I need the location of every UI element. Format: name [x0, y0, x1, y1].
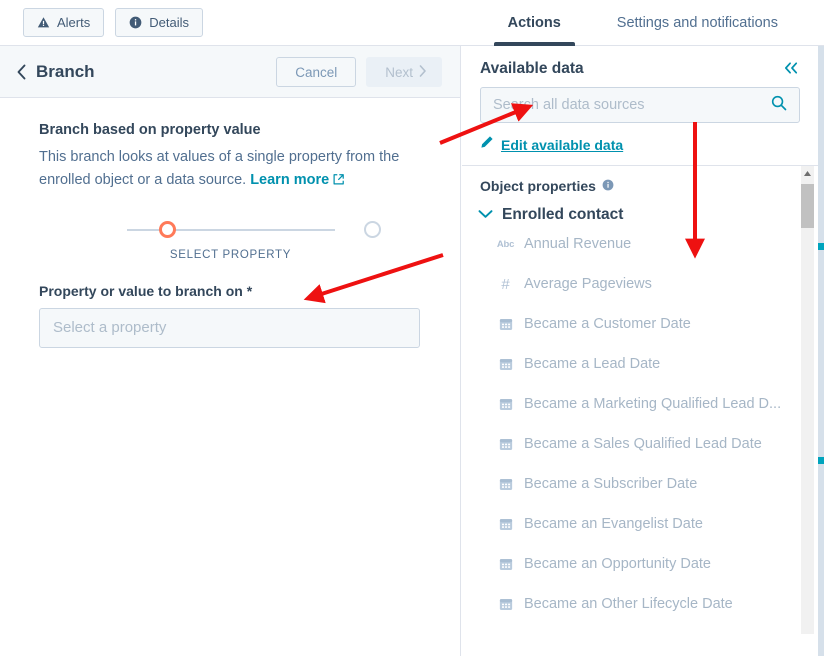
pencil-icon: [480, 135, 494, 154]
property-row-label: Became a Customer Date: [524, 316, 691, 332]
available-data-title: Available data: [480, 60, 584, 77]
info-circle-icon[interactable]: [602, 178, 614, 194]
search-box[interactable]: [480, 87, 800, 123]
property-row[interactable]: Became an Evangelist Date: [462, 504, 818, 544]
available-data-list: Object properties Enrolled contact Abc An…: [462, 166, 818, 634]
triangle-up-icon[interactable]: [801, 166, 814, 180]
search-icon[interactable]: [771, 95, 787, 116]
text-abc-icon: Abc: [496, 238, 515, 250]
edit-available-data-link[interactable]: Edit available data: [501, 137, 623, 153]
stepper-connector-line: [126, 228, 335, 231]
branch-form-body: Branch based on property value This bran…: [0, 98, 460, 348]
property-row[interactable]: # Average Pageviews: [462, 264, 818, 304]
panel-edge-marker-2: [818, 457, 824, 464]
branch-panel-header: Branch Cancel Next: [0, 46, 460, 98]
info-circle-icon: [129, 16, 142, 29]
property-row-label: Annual Revenue: [524, 236, 632, 252]
group-enrolled-contact[interactable]: Enrolled contact: [462, 194, 818, 224]
calendar-icon: [497, 597, 514, 611]
stepper-step-label: SELECT PROPERTY: [169, 248, 292, 261]
edit-available-data-row[interactable]: Edit available data: [462, 123, 818, 166]
chevron-left-icon[interactable]: [12, 63, 30, 81]
chevron-down-icon[interactable]: [478, 206, 493, 224]
property-row-label: Became a Subscriber Date: [524, 476, 698, 492]
panel-edge-marker-1: [818, 243, 824, 250]
tab-settings-and-notifications-label: Settings and notifications: [616, 15, 778, 31]
alerts-button-label: Alerts: [57, 15, 91, 30]
list-scrollbar[interactable]: [801, 166, 814, 634]
chevrons-left-icon[interactable]: [783, 61, 800, 78]
property-row-label: Average Pageviews: [524, 276, 652, 292]
adjacent-panel-edge: [818, 46, 824, 656]
tab-actions[interactable]: Actions: [480, 0, 589, 46]
property-row-label: Became an Other Lifecycle Date: [524, 596, 733, 612]
section-heading: Branch based on property value: [39, 122, 261, 138]
calendar-icon: [497, 397, 514, 411]
select-property-placeholder: Select a property: [53, 319, 167, 337]
tab-settings-and-notifications[interactable]: Settings and notifications: [589, 0, 806, 46]
number-hash-icon: #: [501, 275, 510, 293]
property-row-label: Became a Lead Date: [524, 356, 661, 372]
scrollbar-thumb[interactable]: [801, 184, 814, 228]
tab-actions-label: Actions: [507, 15, 561, 31]
section-description: This branch looks at values of a single …: [39, 146, 407, 194]
cancel-button[interactable]: Cancel: [276, 57, 357, 87]
cancel-button-label: Cancel: [295, 64, 338, 80]
top-tabs: Actions Settings and notifications: [480, 0, 806, 46]
search-area: [462, 78, 818, 123]
external-link-icon[interactable]: [332, 171, 345, 194]
select-property-dropdown[interactable]: Select a property: [39, 307, 420, 348]
property-rows: Abc Annual Revenue # Average Pageviews Becam…: [462, 224, 818, 624]
branch-stepper: [39, 218, 422, 242]
next-button-label: Next: [385, 64, 413, 80]
property-row[interactable]: Became a Lead Date: [462, 344, 818, 384]
property-row[interactable]: Became a Marketing Qualified Lead D...: [462, 384, 818, 424]
alert-triangle-icon: [37, 16, 50, 29]
branch-config-panel: Branch Cancel Next Branch based on prope…: [0, 46, 461, 656]
calendar-icon: [497, 477, 514, 491]
calendar-icon: [497, 357, 514, 371]
property-row[interactable]: Became a Subscriber Date: [462, 464, 818, 504]
property-row[interactable]: Abc Annual Revenue: [462, 224, 818, 264]
top-bar-buttons: Alerts Details: [23, 8, 203, 37]
property-field-label: Property or value to branch on *: [39, 282, 253, 299]
learn-more-label: Learn more: [250, 171, 330, 188]
object-properties-heading: Object properties: [462, 178, 818, 194]
calendar-icon: [497, 437, 514, 451]
property-row-label: Became an Evangelist Date: [524, 516, 703, 532]
chevron-right-icon: [419, 64, 427, 80]
search-input[interactable]: [493, 97, 771, 113]
property-row[interactable]: Became an Other Lifecycle Date: [462, 584, 818, 624]
top-bar: Alerts Details Actions Settings and noti…: [0, 0, 824, 46]
next-button[interactable]: Next: [366, 57, 442, 87]
details-button[interactable]: Details: [115, 8, 203, 37]
calendar-icon: [497, 317, 514, 331]
available-data-panel: Available data Edit available data Objec…: [462, 46, 818, 656]
object-properties-label: Object properties: [480, 178, 596, 194]
section-description-text: This branch looks at values of a single …: [39, 149, 400, 188]
stepper-dot-current[interactable]: [159, 220, 176, 238]
property-row[interactable]: Became an Opportunity Date: [462, 544, 818, 584]
available-data-header: Available data: [462, 46, 818, 78]
property-row-label: Became a Marketing Qualified Lead D...: [524, 396, 782, 412]
alerts-button[interactable]: Alerts: [23, 8, 105, 37]
details-button-label: Details: [149, 15, 189, 30]
group-enrolled-contact-label: Enrolled contact: [502, 206, 624, 223]
calendar-icon: [497, 517, 514, 531]
stepper-dot-next[interactable]: [364, 220, 381, 238]
property-row[interactable]: Became a Customer Date: [462, 304, 818, 344]
property-row-label: Became an Opportunity Date: [524, 556, 711, 572]
branch-header-actions: Cancel Next: [276, 57, 442, 87]
property-row[interactable]: Became a Sales Qualified Lead Date: [462, 424, 818, 464]
page-title: Branch: [36, 61, 95, 81]
learn-more-link[interactable]: Learn more: [250, 172, 329, 188]
property-row-label: Became a Sales Qualified Lead Date: [524, 436, 762, 452]
calendar-icon: [497, 557, 514, 571]
workflow-branch-editor: Alerts Details Actions Settings and noti…: [0, 0, 824, 656]
